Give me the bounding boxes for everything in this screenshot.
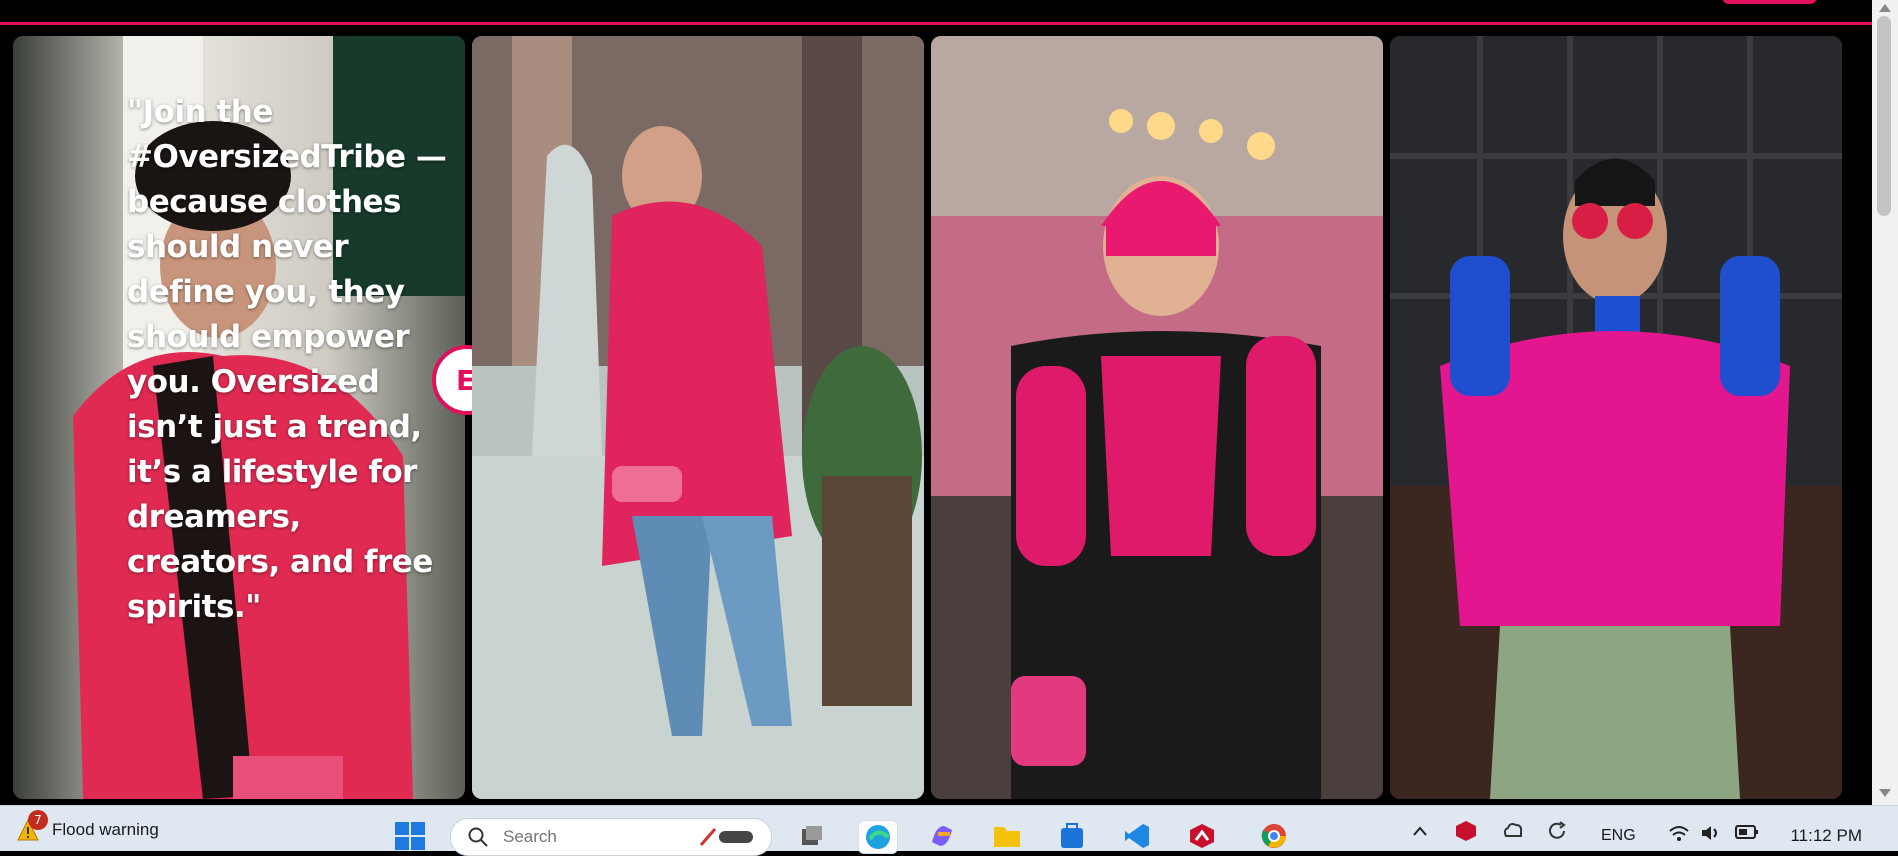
gallery-image-1: "Join the #OversizedTribe — because clot… xyxy=(13,36,465,799)
woman-pink-jacket-red-glasses-photo xyxy=(1390,36,1842,799)
language-indicator[interactable]: ENG xyxy=(1601,827,1636,845)
weather-widget[interactable]: 7 Flood warning xyxy=(14,810,159,844)
oversized-tribe-quote: "Join the #OversizedTribe — because clot… xyxy=(127,94,447,625)
edge-browser-icon[interactable] xyxy=(858,820,898,854)
microsoft-store-icon[interactable] xyxy=(1053,820,1091,852)
battery-icon[interactable] xyxy=(1735,824,1759,845)
mcafee-tray-icon[interactable] xyxy=(1455,820,1477,847)
windows-taskbar: 7 Flood warning Search ENG 11:12 PM xyxy=(0,805,1898,856)
chevron-up-icon[interactable] xyxy=(1412,824,1428,842)
file-explorer-icon[interactable] xyxy=(988,820,1026,852)
mcafee-icon[interactable] xyxy=(1183,820,1221,852)
flood-warning-icon: 7 xyxy=(14,810,48,844)
taskbar-clock[interactable]: 11:12 PM xyxy=(1790,826,1862,846)
taskbar-search-box[interactable] xyxy=(450,818,772,856)
cloud-sync-icon[interactable] xyxy=(1502,820,1524,845)
taskbar-search-input[interactable] xyxy=(501,826,705,848)
gallery-image-4 xyxy=(1390,36,1842,799)
refresh-icon[interactable] xyxy=(1546,820,1568,847)
gallery-image-2 xyxy=(472,36,924,799)
woman-pink-beanie-vest-photo xyxy=(931,36,1383,799)
wifi-icon[interactable] xyxy=(1668,824,1690,847)
search-icon xyxy=(468,827,488,847)
search-highlight-icon xyxy=(699,828,753,846)
task-view-icon[interactable] xyxy=(793,820,831,852)
gallery-image-3 xyxy=(931,36,1383,799)
chrome-icon[interactable] xyxy=(1255,820,1293,852)
woman-pink-coat-sidewalk-photo xyxy=(472,36,924,799)
weather-label: Flood warning xyxy=(52,820,159,839)
windows-start-icon[interactable] xyxy=(393,821,427,851)
page-scrollbar[interactable] xyxy=(1872,0,1898,805)
vscode-icon[interactable] xyxy=(1118,820,1156,852)
gallery-section: "Join the #OversizedTribe — because clot… xyxy=(0,25,1872,805)
nav-pill-button[interactable] xyxy=(1722,0,1817,4)
weather-badge: 7 xyxy=(28,810,48,830)
copilot-icon[interactable] xyxy=(923,820,961,852)
scroll-down-arrow-icon[interactable] xyxy=(1879,789,1891,797)
volume-icon[interactable] xyxy=(1700,824,1722,847)
top-nav-bar xyxy=(0,0,1872,25)
scrollbar-thumb[interactable] xyxy=(1877,16,1891,216)
scroll-up-arrow-icon[interactable] xyxy=(1879,4,1891,12)
